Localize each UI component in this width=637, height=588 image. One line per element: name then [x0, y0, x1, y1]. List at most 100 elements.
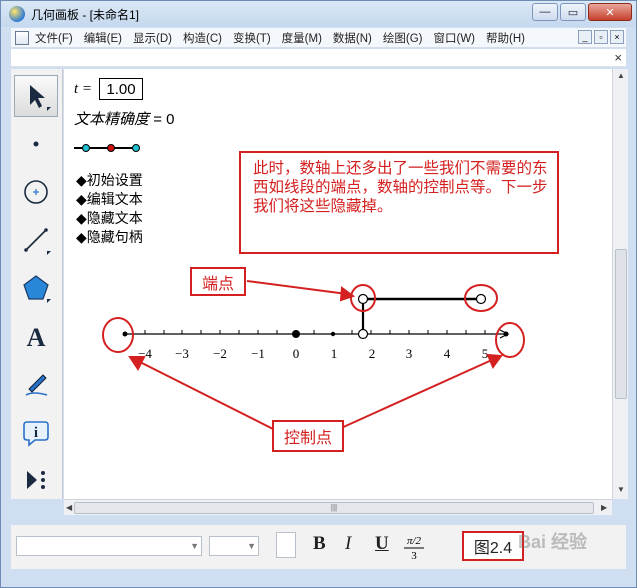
action-button-hide-handles[interactable]: ◆隐藏句柄 — [76, 228, 143, 247]
tick-label: −2 — [213, 346, 227, 361]
app-window: 几何画板 - [未命名1] — ▭ ✕ 文件(F) 编辑(E) 显示(D) 构造… — [0, 0, 637, 588]
tool-straightedge[interactable] — [14, 219, 58, 261]
menu-window[interactable]: 窗口(W) — [433, 30, 475, 46]
highlight-ellipse-control-right — [495, 322, 525, 358]
arrow-select-icon — [30, 85, 51, 111]
annotation-callout: 此时，数轴上还多出了一些我们不需要的东西如线段的端点，数轴的控制点等。下一步我们… — [239, 151, 559, 254]
control-point-label: 控制点 — [272, 420, 344, 452]
tool-arrow[interactable] — [14, 75, 58, 117]
segment-axis-point — [357, 328, 369, 340]
bold-button[interactable]: B — [313, 533, 326, 555]
slider-point-start — [82, 144, 90, 152]
menu-edit[interactable]: 编辑(E) — [84, 30, 122, 46]
scroll-left-icon[interactable]: ◀ — [66, 503, 72, 512]
horizontal-scrollbar[interactable]: ◀ ||| ▶ — [64, 499, 612, 515]
math-format-icon[interactable]: π/2 3 — [401, 533, 427, 561]
custom-tool-icon — [27, 471, 45, 489]
svg-text:i: i — [34, 425, 38, 441]
scroll-up-icon[interactable]: ▲ — [617, 71, 625, 80]
slider-point-end — [132, 144, 140, 152]
action-button-init[interactable]: ◆初始设置 — [76, 171, 143, 190]
menu-measure[interactable]: 度量(M) — [282, 30, 322, 46]
svg-text:π/2: π/2 — [407, 535, 422, 547]
arrow-control-right — [338, 358, 495, 430]
svg-text:3: 3 — [411, 550, 417, 561]
tick-label: 5 — [482, 346, 489, 361]
status-bar — [1, 569, 636, 587]
doc-restore-button[interactable]: ▫ — [594, 30, 608, 44]
tool-polygon[interactable] — [14, 267, 58, 309]
title-bar: 几何画板 - [未命名1] — ▭ ✕ — [1, 1, 636, 27]
marker-pen-icon — [25, 374, 48, 396]
close-button[interactable]: ✕ — [588, 3, 632, 21]
tool-custom[interactable] — [14, 459, 58, 501]
menu-help[interactable]: 帮助(H) — [486, 30, 525, 46]
doc-minimize-button[interactable]: _ — [578, 30, 592, 44]
tick-label: 3 — [406, 346, 413, 361]
slider-point-middle — [107, 144, 115, 152]
chevron-down-icon: ▼ — [190, 541, 199, 551]
tool-marker[interactable] — [14, 363, 58, 405]
action-button-edit-text[interactable]: ◆编辑文本 — [76, 190, 143, 209]
segment-endpoint-right — [475, 293, 487, 305]
tool-text[interactable]: A — [14, 315, 58, 357]
info-tool-icon: i — [23, 421, 49, 447]
polygon-tool-icon — [23, 275, 51, 303]
arrow-control-left — [137, 360, 278, 432]
minimize-button[interactable]: — — [532, 3, 558, 21]
document-icon[interactable] — [15, 30, 29, 45]
tool-point[interactable] — [14, 123, 58, 165]
sketch-canvas[interactable]: t = 1.00 文本精确度 = 0 −4 −3 −2 −1 0 1 2 3 4… — [64, 69, 612, 499]
menu-file[interactable]: 文件(F) — [35, 30, 73, 46]
document-bar: × — [11, 49, 626, 67]
text-color-button[interactable] — [276, 532, 296, 558]
document-close-icon[interactable]: × — [614, 50, 622, 65]
axis-control-point-right — [503, 331, 509, 337]
segment-endpoint-left — [357, 293, 369, 305]
toolbox: A i — [11, 69, 63, 499]
window-title: 几何画板 - [未命名1] — [31, 7, 140, 22]
menu-data[interactable]: 数据(N) — [333, 30, 372, 46]
vertical-scroll-thumb[interactable] — [615, 249, 627, 399]
compass-tool-icon — [24, 180, 48, 204]
tool-compass[interactable] — [14, 171, 58, 213]
tick-label: −3 — [175, 346, 189, 361]
action-button-hide-text[interactable]: ◆隐藏文本 — [76, 209, 143, 228]
menu-transform[interactable]: 变换(T) — [233, 30, 271, 46]
axis-control-point-left — [122, 331, 128, 337]
tick-label: 0 — [293, 346, 300, 361]
chevron-down-icon: ▼ — [247, 541, 256, 551]
tick-label: 1 — [331, 346, 338, 361]
action-button-list: ◆初始设置 ◆编辑文本 ◆隐藏文本 ◆隐藏句柄 — [76, 171, 143, 247]
tick-label: 2 — [369, 346, 376, 361]
tool-information[interactable]: i — [14, 411, 58, 453]
tick-label: −1 — [251, 346, 265, 361]
tick-label: 4 — [444, 346, 451, 361]
point-tool-icon — [33, 141, 39, 147]
vertical-scrollbar[interactable]: ▲ ▼ — [612, 69, 628, 499]
italic-button[interactable]: I — [345, 533, 351, 555]
menu-bar: 文件(F) 编辑(E) 显示(D) 构造(C) 变换(T) 度量(M) 数据(N… — [11, 28, 626, 48]
axis-unit-point — [330, 331, 336, 337]
menu-graph[interactable]: 绘图(G) — [383, 30, 423, 46]
straightedge-tool-icon — [24, 228, 51, 255]
scroll-down-icon[interactable]: ▼ — [617, 485, 625, 494]
underline-button[interactable]: U — [375, 533, 389, 555]
watermark: Bai 经验 — [518, 532, 588, 552]
font-size-select[interactable]: ▼ — [209, 536, 259, 556]
arrow-endpoint-label — [246, 280, 348, 295]
scroll-right-icon[interactable]: ▶ — [601, 503, 607, 512]
menu-display[interactable]: 显示(D) — [133, 30, 172, 46]
svg-text:A: A — [27, 323, 46, 351]
sketchpad-app-icon — [9, 6, 25, 22]
horizontal-scroll-thumb[interactable]: ||| — [74, 502, 594, 514]
doc-close-button[interactable]: × — [610, 30, 624, 44]
font-family-select[interactable]: ▼ — [16, 536, 202, 556]
highlight-ellipse-control-left — [102, 317, 134, 353]
endpoint-label: 端点 — [190, 267, 246, 296]
axis-origin-point — [292, 330, 300, 338]
figure-number-label: 图2.4 — [462, 531, 524, 561]
text-tool-icon: A — [27, 323, 46, 351]
restore-button[interactable]: ▭ — [560, 3, 586, 21]
menu-construct[interactable]: 构造(C) — [183, 30, 222, 46]
